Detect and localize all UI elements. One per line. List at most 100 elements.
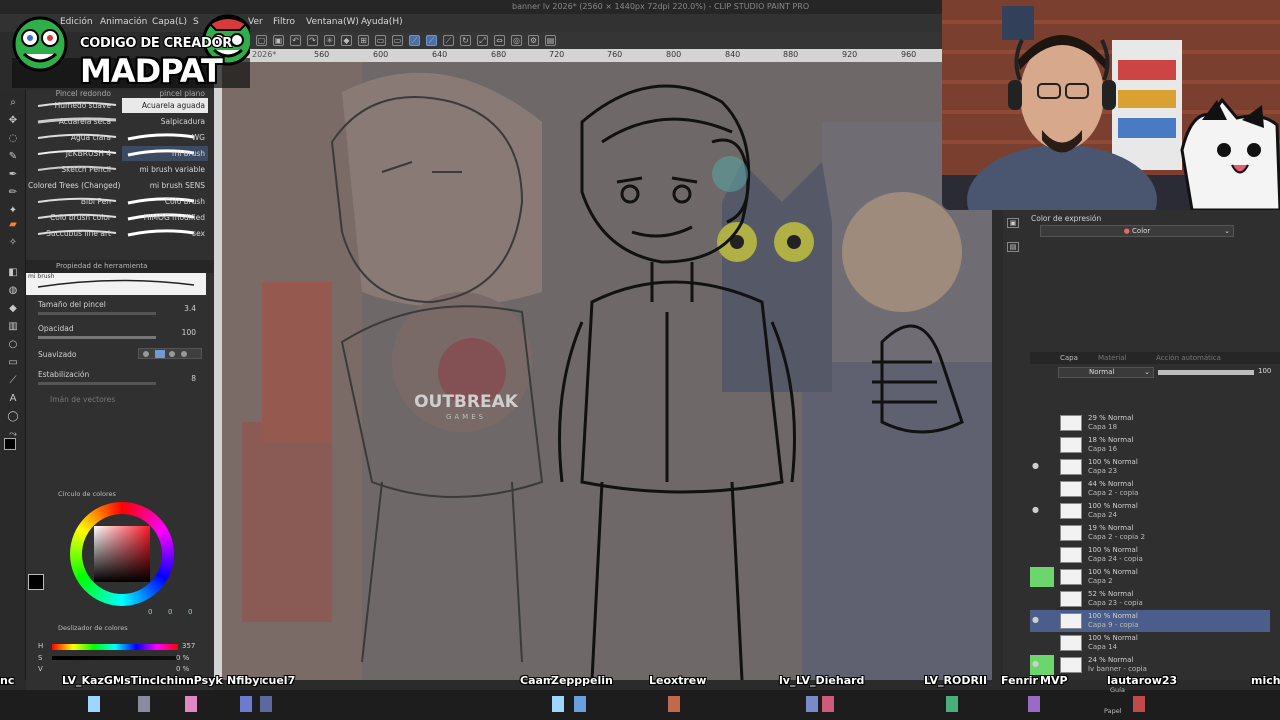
eye-icon[interactable]: ● [1032,616,1042,624]
stabilization-value[interactable]: 8 [191,374,196,383]
figure-tool-icon[interactable]: ○ [6,338,20,352]
settings-icon[interactable]: ⚙ [528,35,539,46]
lasso-tool-icon[interactable]: ◌ [6,132,20,146]
layer-row[interactable]: ● 100 % Normal Capa 9 - copia [1030,610,1270,632]
brush-row[interactable]: Sketch Pencil mi brush variable [26,162,214,177]
eye-hidden-icon[interactable] [1032,572,1042,580]
eye-hidden-icon[interactable] [1032,418,1042,426]
layer-row[interactable]: ● 100 % Normal Capa 24 [1030,500,1270,522]
layer-row[interactable]: 100 % Normal Capa 14 [1030,632,1270,654]
eye-hidden-icon[interactable] [1032,484,1042,492]
flip-icon[interactable]: ⇔ [494,35,505,46]
brush-row[interactable]: Colored Trees (Changed) mi brush SENS [26,178,214,193]
redo-icon[interactable]: ↷ [307,35,318,46]
layer-row[interactable]: 18 % Normal Capa 16 [1030,434,1270,456]
pencil-tool-icon[interactable]: ✏ [6,186,20,200]
brush-active[interactable]: mi brush [122,146,208,161]
brush-tool-icon[interactable]: ▰ [6,218,20,232]
eye-hidden-icon[interactable] [1032,594,1042,602]
snap-grid-icon[interactable]: ⟋ [443,35,454,46]
opacity-value[interactable]: 100 [182,328,196,337]
drawing-canvas[interactable]: OUTBREAK GAMES [222,62,992,680]
fill-tool-icon[interactable]: ◆ [6,302,20,316]
brush-row[interactable]: Succubus line art sex [26,226,214,241]
layer-row[interactable]: 44 % Normal Capa 2 - copia [1030,478,1270,500]
eye-hidden-icon[interactable] [1032,550,1042,558]
eraser-tool-icon[interactable]: ◧ [6,266,20,280]
hue-ring[interactable] [70,502,174,606]
eye-hidden-icon[interactable] [1032,638,1042,646]
main-color-chip[interactable] [28,574,44,590]
ruler-tool-icon[interactable]: ⟋ [6,374,20,388]
gradient-tool-icon[interactable]: ▥ [6,320,20,334]
hue-slider[interactable] [52,644,178,650]
zoom-tool-icon[interactable]: ⌕ [6,96,20,110]
save-icon[interactable]: ▣ [273,35,284,46]
move-tool-icon[interactable]: ✥ [6,114,20,128]
smoothing-selector[interactable] [138,348,202,359]
pen-tool-icon[interactable]: ✒ [6,168,20,182]
blend-tool-icon[interactable]: ◍ [6,284,20,298]
tab-layer[interactable]: Capa [1060,354,1078,362]
hue-value[interactable]: 357 [182,642,195,650]
opacity-slider[interactable] [38,336,156,339]
brush-row[interactable]: Agua clara WG [26,130,214,145]
fill-icon[interactable]: ◆ [341,35,352,46]
menu-window[interactable]: Ventana(W) [306,17,359,27]
navigator-icon[interactable]: ▤ [1007,242,1019,252]
brush-size-value[interactable]: 3.4 [184,304,196,313]
deselect-icon[interactable]: ▭ [375,35,386,46]
menu-help[interactable]: Ayuda(H) [361,17,403,27]
layer-opacity-value[interactable]: 100 [1258,367,1271,375]
undo-icon[interactable]: ↶ [290,35,301,46]
fit-icon[interactable]: ⤢ [477,35,488,46]
saturation-slider[interactable] [52,656,178,660]
layer-row[interactable]: ● 100 % Normal Capa 23 [1030,456,1270,478]
text-tool-icon[interactable]: A [6,392,20,406]
color-expression-select[interactable]: ● Color ⌄ [1040,225,1234,237]
decoration-tool-icon[interactable]: ✧ [6,236,20,250]
layer-row[interactable]: 100 % Normal Capa 2 [1030,566,1270,588]
brush-row[interactable]: Humedo suave Acuarela aguada [26,98,214,113]
menu-filter[interactable]: Filtro [273,17,295,27]
layer-row[interactable]: 29 % Normal Capa 18 [1030,412,1270,434]
eyedropper-tool-icon[interactable]: ✎ [6,150,20,164]
stabilization-slider[interactable] [38,382,156,385]
brush-row[interactable]: Colo brush color HIMOG modified [26,210,214,225]
snap-ruler-icon[interactable]: ⟋ [409,35,420,46]
menu-view[interactable]: Ver [248,17,263,27]
frame-tool-icon[interactable]: ▭ [6,356,20,370]
saturation-value[interactable]: 0 % [176,654,189,662]
panel-icon[interactable]: ▤ [545,35,556,46]
folder-icon[interactable]: ▢ [256,35,267,46]
eye-icon[interactable]: ● [1032,506,1042,514]
layer-property-icon[interactable]: ▣ [1007,218,1019,228]
eye-icon[interactable]: ● [1032,462,1042,470]
brush-row[interactable]: Acuarela seca Salpicadura [26,114,214,129]
main-color-swatch[interactable] [4,438,16,450]
invert-icon[interactable]: ▭ [392,35,403,46]
balloon-tool-icon[interactable]: ◯ [6,410,20,424]
layer-row[interactable]: 100 % Normal Capa 24 - copia [1030,544,1270,566]
eye-icon[interactable]: ● [1032,660,1042,668]
eye-hidden-icon[interactable] [1032,528,1042,536]
blend-mode-select[interactable]: Normal ⌄ [1058,367,1154,378]
layer-row[interactable]: 19 % Normal Capa 2 - copia 2 [1030,522,1270,544]
airbrush-tool-icon[interactable]: ✦ [6,204,20,218]
tab-material[interactable]: Material [1098,354,1126,362]
brush-size-slider[interactable] [38,312,156,315]
eye-hidden-icon[interactable] [1032,440,1042,448]
brush-row[interactable]: JEKBRUSH 4 mi brush [26,146,214,161]
saturation-value-square[interactable] [94,526,150,582]
layer-row[interactable]: 52 % Normal Capa 23 - copia [1030,588,1270,610]
rotate-icon[interactable]: ↻ [460,35,471,46]
clear-icon[interactable]: ✳ [324,35,335,46]
transform-icon[interactable]: ⊞ [358,35,369,46]
layer-opacity-slider[interactable] [1158,370,1254,375]
tab-auto-action[interactable]: Acción automática [1156,354,1221,362]
file-tab[interactable]: 2026* [252,50,276,59]
snap-special-ruler-icon[interactable]: ⟋ [426,35,437,46]
zoom-icon[interactable]: ◎ [511,35,522,46]
brush-selected[interactable]: Acuarela aguada [122,98,208,113]
brush-row[interactable]: Bibi Pen Colo brush [26,194,214,209]
